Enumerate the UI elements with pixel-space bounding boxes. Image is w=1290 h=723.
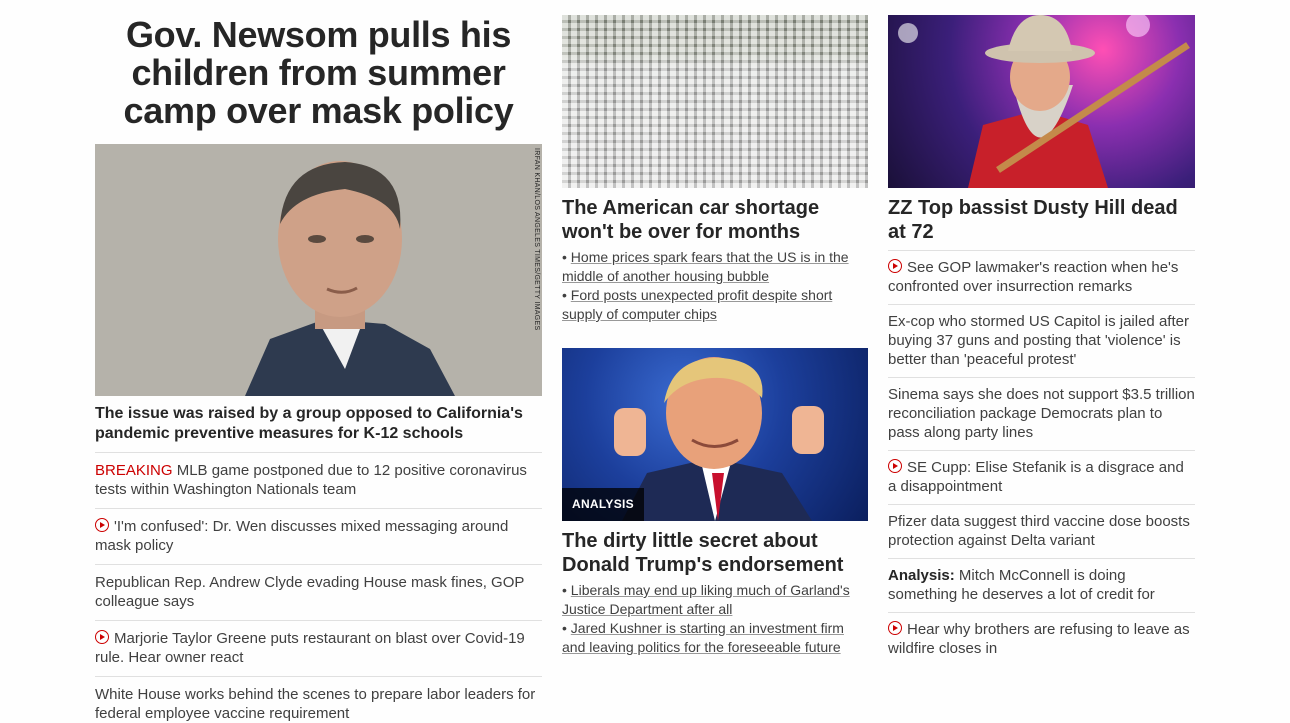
video-play-icon (95, 630, 109, 644)
list-item[interactable]: Pfizer data suggest third vaccine dose b… (888, 504, 1195, 558)
list-item-text: Republican Rep. Andrew Clyde evading Hou… (95, 574, 525, 610)
video-play-icon (888, 259, 902, 273)
list-item[interactable]: Ex-cop who stormed US Capitol is jailed … (888, 304, 1195, 377)
list-item-text: 'I'm confused': Dr. Wen discusses mixed … (95, 518, 509, 554)
video-play-icon (888, 621, 902, 635)
car-shortage-headline[interactable]: The American car shortage won't be over … (562, 196, 868, 244)
list-item[interactable]: Analysis: Mitch McConnell is doing somet… (888, 558, 1195, 612)
bullet-link[interactable]: • Ford posts unexpected profit despite s… (562, 286, 868, 324)
video-play-icon (95, 518, 109, 532)
list-item[interactable]: Republican Rep. Andrew Clyde evading Hou… (95, 564, 542, 620)
lead-related-list: BREAKING MLB game postponed due to 12 po… (95, 452, 542, 723)
list-item[interactable]: Hear why brothers are refusing to leave … (888, 612, 1195, 666)
photo-credit: IRFAN KHAN/LOS ANGELES TIMES/GETTY IMAGE… (533, 148, 540, 331)
right-column: ZZ Top bassist Dusty Hill dead at 72 See… (888, 0, 1195, 666)
list-item[interactable]: White House works behind the scenes to p… (95, 676, 542, 723)
zz-top-headline[interactable]: ZZ Top bassist Dusty Hill dead at 72 (888, 196, 1195, 244)
bullet-link[interactable]: • Jared Kushner is starting an investmen… (562, 619, 868, 657)
bullet-link[interactable]: • Liberals may end up liking much of Gar… (562, 581, 868, 619)
car-story-bullets: • Home prices spark fears that the US is… (562, 248, 868, 324)
car-lot-photo[interactable] (562, 15, 868, 188)
list-item[interactable]: Sinema says she does not support $3.5 tr… (888, 377, 1195, 450)
list-item[interactable]: 'I'm confused': Dr. Wen discusses mixed … (95, 508, 542, 564)
list-item[interactable]: Marjorie Taylor Greene puts restaurant o… (95, 620, 542, 676)
list-item-text: SE Cupp: Elise Stefanik is a disgrace an… (888, 459, 1184, 495)
lead-story-column: Gov. Newsom pulls his children from summ… (95, 0, 542, 723)
trump-photo[interactable]: ANALYSIS (562, 348, 868, 521)
middle-column: The American car shortage won't be over … (562, 0, 868, 657)
list-item-text: Hear why brothers are refusing to leave … (888, 621, 1190, 657)
lead-subhead[interactable]: The issue was raised by a group opposed … (95, 404, 542, 444)
trump-story-bullets: • Liberals may end up liking much of Gar… (562, 581, 868, 657)
right-related-list: See GOP lawmaker's reaction when he's co… (888, 250, 1195, 666)
list-item[interactable]: See GOP lawmaker's reaction when he's co… (888, 250, 1195, 304)
dusty-hill-photo[interactable] (888, 15, 1195, 188)
list-item-text: Sinema says she does not support $3.5 tr… (888, 386, 1195, 441)
newsom-photo[interactable]: IRFAN KHAN/LOS ANGELES TIMES/GETTY IMAGE… (95, 144, 542, 396)
analysis-label: Analysis: (888, 567, 955, 584)
video-play-icon (888, 459, 902, 473)
breaking-label: BREAKING (95, 462, 173, 479)
list-item-text: Marjorie Taylor Greene puts restaurant o… (95, 630, 525, 666)
bullet-link[interactable]: • Home prices spark fears that the US is… (562, 248, 868, 286)
analysis-tag: ANALYSIS (562, 488, 644, 521)
list-item-text: Ex-cop who stormed US Capitol is jailed … (888, 313, 1189, 368)
list-item-text: See GOP lawmaker's reaction when he's co… (888, 259, 1179, 295)
list-item[interactable]: SE Cupp: Elise Stefanik is a disgrace an… (888, 450, 1195, 504)
list-item-text: Pfizer data suggest third vaccine dose b… (888, 513, 1190, 549)
trump-endorsement-headline[interactable]: The dirty little secret about Donald Tru… (562, 529, 868, 577)
list-item-text: White House works behind the scenes to p… (95, 686, 536, 722)
lead-headline[interactable]: Gov. Newsom pulls his children from summ… (95, 16, 542, 130)
list-item[interactable]: BREAKING MLB game postponed due to 12 po… (95, 452, 542, 508)
